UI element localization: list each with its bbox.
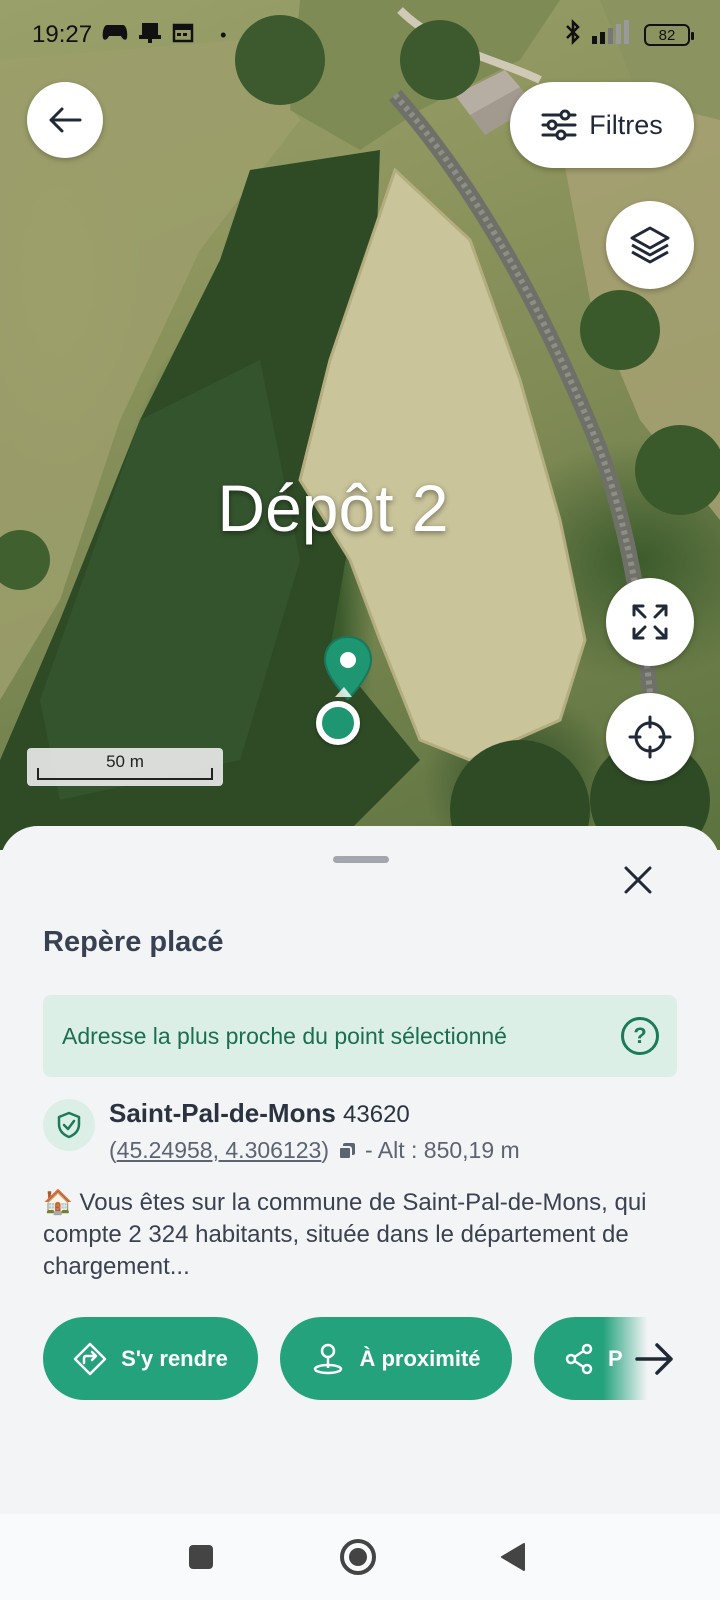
postcode: 43620 [343,1101,410,1128]
place-name: Saint-Pal-de-Mons [109,1098,336,1128]
locate-me-button[interactable] [606,693,694,781]
crosshair-icon [628,715,672,759]
back-button[interactable] [27,82,103,158]
home-circle-icon [340,1539,376,1575]
status-left: 19:27 • [32,21,226,50]
dot-icon: • [220,24,227,45]
coordinates-line: (45.24958, 4.306123) - Alt : 850,19 m [109,1137,520,1164]
close-icon [624,866,652,894]
map-pin-icon[interactable] [322,635,374,705]
nearest-address-label: Adresse la plus proche du point sélectio… [62,1022,507,1049]
home-button[interactable] [335,1534,381,1580]
place-name-line: Saint-Pal-de-Mons 43620 [109,1098,410,1129]
notification-icon [138,21,162,50]
triangle-back-icon [501,1543,525,1571]
battery-icon: 82 [644,24,694,46]
bluetooth-icon [564,18,582,52]
coordinates-group: (45.24958, 4.306123) [109,1137,329,1164]
drag-handle[interactable] [333,856,389,863]
close-button[interactable] [616,858,660,902]
map-scale: 50 m [27,748,223,786]
game-controller-icon [102,21,128,49]
signal-icon [592,19,634,51]
system-back-button[interactable] [490,1534,536,1580]
altitude: - Alt : 850,19 m [365,1137,520,1163]
nearby-pin-icon [314,1343,343,1374]
expand-icon [632,604,668,640]
clock: 19:27 [32,21,93,48]
scale-bar [37,768,213,780]
place-bottom-sheet: Repère placé Adresse la plus proche du p… [0,826,720,1514]
commune-description: 🏠 Vous êtes sur la commune de Saint-Pal-… [43,1189,647,1280]
action-buttons-row: S'y rendre À proximité P [43,1317,677,1401]
status-right: 82 [564,18,694,52]
fullscreen-button[interactable] [606,578,694,666]
arrow-left-icon [49,107,82,133]
nearby-button[interactable]: À proximité [280,1317,512,1400]
map-view[interactable]: 19:27 • 82 Filtres Dépôt 2 50 m [0,0,720,850]
nearby-label: À proximité [359,1345,481,1371]
coordinates-link[interactable]: 45.24958, 4.306123 [117,1137,322,1163]
share-icon [565,1343,593,1374]
marker-title: Dépôt 2 [217,471,449,545]
square-icon [189,1545,213,1569]
layers-icon [630,226,670,264]
directions-icon [73,1342,107,1375]
calendar-icon [172,21,194,50]
status-bar: 19:27 • 82 [0,0,720,70]
current-location-dot [316,701,360,745]
help-icon[interactable]: ? [621,1017,659,1055]
sheet-title: Repère placé [43,926,224,958]
layers-button[interactable] [606,201,694,289]
arrow-right-icon[interactable] [633,1339,677,1379]
copy-icon[interactable] [337,1141,357,1161]
nearest-address-banner: Adresse la plus proche du point sélectio… [43,995,677,1077]
filters-label: Filtres [589,109,663,140]
recents-button[interactable] [178,1534,224,1580]
sliders-icon [541,109,577,141]
coords-open: ( [109,1137,117,1163]
shield-check-icon [43,1099,95,1151]
coords-close: ) [321,1137,329,1163]
directions-button[interactable]: S'y rendre [43,1317,258,1400]
filters-button[interactable]: Filtres [510,82,694,168]
system-nav-bar [0,1514,720,1600]
directions-label: S'y rendre [121,1345,228,1371]
